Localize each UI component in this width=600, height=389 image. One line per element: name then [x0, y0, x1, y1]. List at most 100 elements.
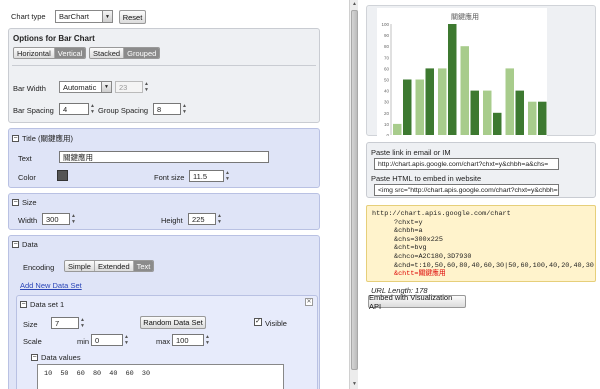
y-tick-label: 0 — [386, 133, 389, 136]
y-tick-label: 10 — [384, 122, 390, 127]
reset-button[interactable]: Reset — [119, 10, 146, 24]
height-input[interactable]: 225 — [188, 213, 216, 225]
down-arrow-icon[interactable]: ▼ — [144, 87, 150, 93]
orientation-toggle: Horizontal Vertical — [13, 47, 87, 59]
scroll-up-icon[interactable]: ▲ — [351, 1, 358, 8]
group-spacing-label: Group Spacing — [98, 106, 149, 115]
stacked-option[interactable]: Stacked — [90, 48, 125, 58]
group-spacing-stepper[interactable]: ▲ ▼ — [182, 103, 188, 115]
bar-options-panel: Options for Bar Chart Horizontal Vertica… — [8, 28, 320, 123]
y-tick-label: 80 — [384, 44, 390, 49]
url-param: &chbh=a — [394, 227, 423, 236]
height-stepper[interactable]: ▲ ▼ — [217, 213, 223, 225]
close-icon[interactable]: ✕ — [305, 298, 313, 306]
width-input[interactable]: 300 — [42, 213, 70, 225]
grouped-option[interactable]: Grouped — [124, 48, 160, 58]
horizontal-option[interactable]: Horizontal — [14, 48, 55, 58]
encoding-simple[interactable]: Simple — [65, 261, 95, 271]
group-spacing-input[interactable]: 8 — [153, 103, 181, 115]
url-param: &cht=bvg — [394, 244, 427, 253]
embed-visualization-button[interactable]: Embed with Visualization API — [368, 293, 466, 311]
down-arrow-icon[interactable]: ▼ — [71, 219, 77, 225]
y-tick-label: 30 — [384, 100, 390, 105]
font-size-input[interactable]: 11.5 — [189, 170, 224, 182]
down-arrow-icon[interactable]: ▼ — [225, 176, 231, 182]
dataset-size-stepper[interactable]: ▲ ▼ — [80, 317, 86, 329]
collapse-icon[interactable]: − — [12, 241, 19, 248]
y-tick-label: 40 — [384, 89, 390, 94]
title-text-label: Text — [18, 154, 32, 163]
bar-spacing-label: Bar Spacing — [13, 106, 54, 115]
size-panel-header[interactable]: − Size — [12, 198, 37, 207]
down-arrow-icon[interactable]: ▼ — [90, 109, 96, 115]
min-input[interactable]: 0 — [91, 334, 123, 346]
data-panel: − Data Encoding Simple Extended Text Add… — [8, 235, 320, 389]
min-stepper[interactable]: ▲ ▼ — [124, 334, 130, 346]
data-values-text: 10 50 60 80 40 60 30 — [44, 370, 151, 378]
collapse-icon[interactable]: − — [31, 354, 38, 361]
width-stepper[interactable]: ▲ ▼ — [71, 213, 77, 225]
visible-checkbox[interactable]: ✓ — [254, 318, 262, 326]
dataset-size-input[interactable]: 7 — [51, 317, 79, 329]
bar-series-2 — [515, 90, 524, 135]
min-label: min — [77, 337, 90, 346]
font-size-stepper[interactable]: ▲ ▼ — [225, 170, 231, 182]
url-param: &chd=t:10,50,60,80,40,60,30|50,60,100,40… — [394, 261, 594, 270]
collapse-icon[interactable]: − — [20, 301, 27, 308]
title-color-swatch[interactable] — [57, 170, 68, 181]
bar-series-2 — [538, 101, 547, 135]
chart-type-label: Chart type — [11, 12, 46, 21]
size-panel: − Size Width 300 ▲ ▼ Height 225 ▲ ▼ — [8, 193, 320, 230]
y-axis: 0 10 20 30 40 50 60 70 80 90 100 — [381, 22, 392, 136]
bar-width-select[interactable]: Automatic ▼ — [59, 81, 112, 93]
stacking-toggle: Stacked Grouped — [89, 47, 161, 59]
max-stepper[interactable]: ▲ ▼ — [205, 334, 211, 346]
scale-label: Scale — [23, 337, 42, 346]
link-input[interactable]: http://chart.apis.google.com/chart?chxt=… — [374, 158, 559, 170]
collapse-icon[interactable]: − — [12, 135, 19, 142]
vertical-option[interactable]: Vertical — [54, 48, 86, 58]
bar-series-1 — [438, 68, 447, 135]
down-arrow-icon[interactable]: ▼ — [217, 219, 223, 225]
url-param-highlight: &chtt=關鍵應用 — [394, 270, 446, 279]
data-set-header[interactable]: − Data set 1 — [20, 300, 64, 309]
scrollbar-thumb[interactable] — [351, 10, 358, 370]
bar-width-input[interactable]: 23 — [115, 81, 143, 93]
y-tick-label: 100 — [381, 22, 389, 27]
data-values-header[interactable]: − Data values — [31, 353, 81, 362]
down-arrow-icon[interactable]: ▼ — [205, 340, 211, 346]
data-values-textarea[interactable]: 10 50 60 80 40 60 30 — [37, 364, 284, 389]
bar-series-1 — [415, 79, 424, 135]
scrollbar-track[interactable]: ▲ ▼ — [349, 0, 358, 389]
title-panel: − Title (關鍵應用) Text 關鍵應用 Color Font size… — [8, 128, 320, 188]
collapse-icon[interactable]: − — [12, 199, 19, 206]
chart-title: 關鍵應用 — [451, 12, 479, 21]
embed-html-input[interactable]: <img src="http://chart.apis.google.com/c… — [374, 184, 559, 196]
bar-width-value: Automatic — [63, 82, 97, 92]
y-tick-label: 90 — [384, 33, 390, 38]
data-values-header-text: Data values — [41, 353, 81, 362]
data-panel-header[interactable]: − Data — [12, 240, 38, 249]
bar-width-stepper[interactable]: ▲ ▼ — [144, 81, 150, 93]
down-arrow-icon[interactable]: ▼ — [182, 109, 188, 115]
bar-series-2 — [403, 79, 412, 135]
encoding-extended[interactable]: Extended — [94, 261, 134, 271]
data-set-header-text: Data set 1 — [30, 300, 65, 309]
url-code-box: http://chart.apis.google.com/chart ?chxt… — [366, 205, 596, 282]
bar-spacing-input[interactable]: 4 — [59, 103, 89, 115]
add-data-set-link[interactable]: Add New Data Set — [20, 281, 82, 290]
encoding-text[interactable]: Text — [133, 261, 154, 271]
bar-series-2 — [425, 68, 434, 135]
down-arrow-icon[interactable]: ▼ — [124, 340, 130, 346]
bar-series-1 — [393, 123, 402, 135]
y-tick-label: 20 — [384, 111, 390, 116]
down-arrow-icon[interactable]: ▼ — [80, 323, 86, 329]
chart-type-select[interactable]: BarChart ▼ — [55, 10, 113, 23]
random-data-set-button[interactable]: Random Data Set — [140, 316, 206, 329]
title-text-input[interactable]: 關鍵應用 — [59, 151, 269, 163]
max-input[interactable]: 100 — [172, 334, 204, 346]
scroll-down-icon[interactable]: ▼ — [351, 381, 358, 388]
title-panel-header[interactable]: − Title (關鍵應用) — [12, 133, 73, 144]
height-label: Height — [161, 216, 183, 225]
bar-spacing-stepper[interactable]: ▲ ▼ — [90, 103, 96, 115]
